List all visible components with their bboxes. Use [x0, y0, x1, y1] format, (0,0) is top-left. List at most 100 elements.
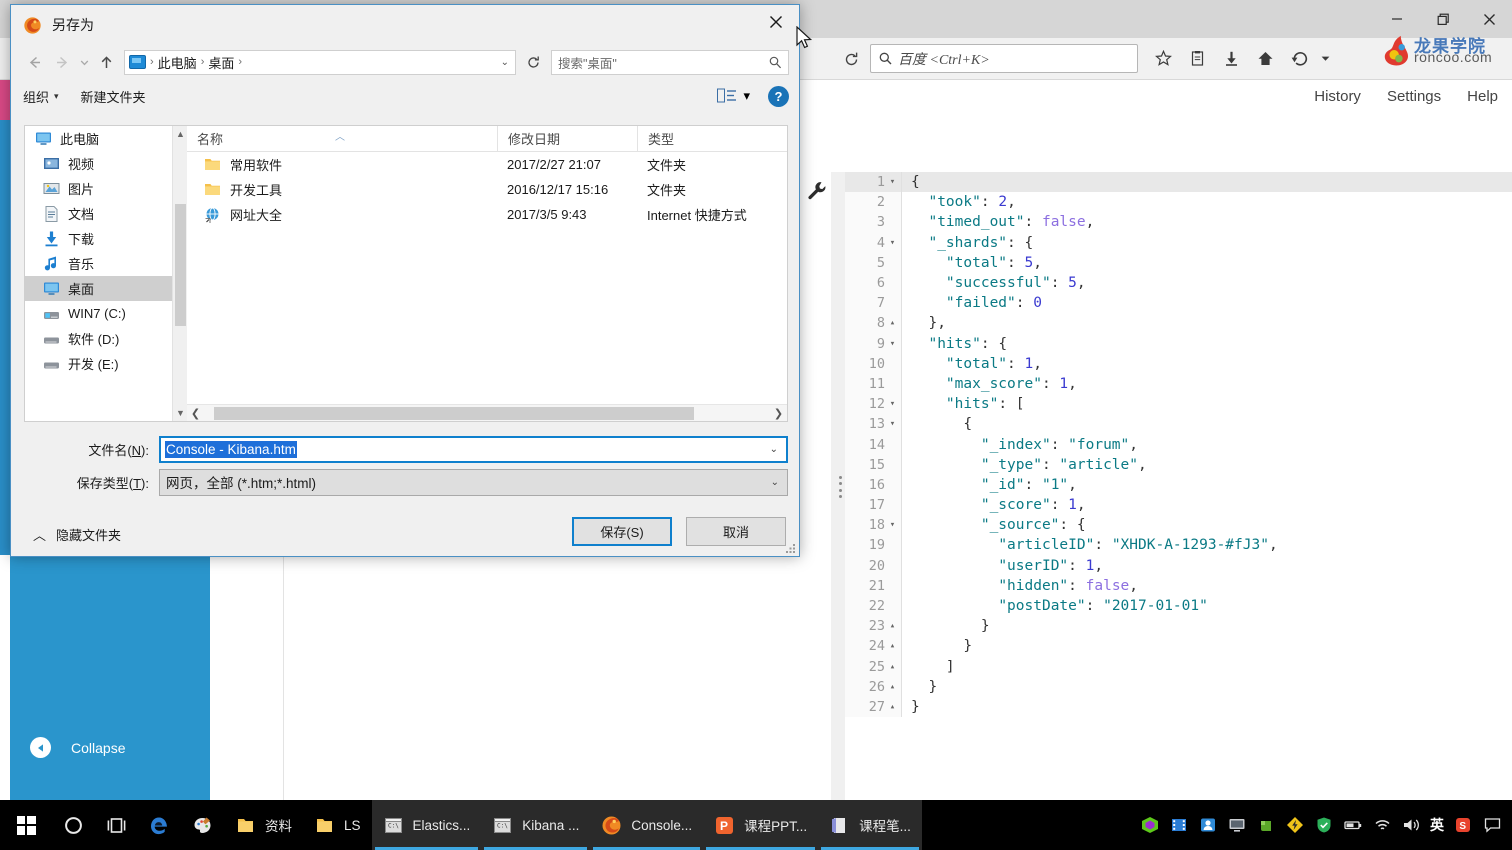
filename-input[interactable]: Console - Kibana.htm ⌄ — [159, 435, 788, 463]
address-breadcrumb-bar[interactable]: › 此电脑 › 桌面 › ⌄ — [124, 49, 516, 75]
monitor-icon[interactable] — [1227, 815, 1247, 835]
history-back-icon[interactable] — [1284, 44, 1314, 73]
code-line[interactable]: 27 ▴} — [845, 696, 1512, 718]
hscroll-thumb[interactable] — [214, 406, 694, 420]
taskbar-item-ppt[interactable]: P 课程PPT... — [703, 800, 819, 850]
tree-item-1[interactable]: 视频 — [25, 151, 187, 176]
evernote-icon[interactable] — [1256, 815, 1276, 835]
code-line[interactable]: 16 "_id": "1", — [845, 474, 1512, 495]
edge-button[interactable] — [138, 800, 181, 850]
save-as-dialog[interactable]: 另存为 › 此电脑 › 桌面 › ⌄ 搜索"桌面" 组织 ▾ 新建文件夹 ▾ ?… — [10, 4, 800, 557]
navigation-tree[interactable]: 此电脑 视频 图片 文档 下载 音乐 桌面 WIN7 (C:) 软件 (D:) 开发 (E:) ▲… — [25, 126, 187, 421]
file-row[interactable]: 开发工具 2016/12/17 15:16 文件夹 — [187, 177, 787, 202]
column-header-date[interactable]: 修改日期 — [497, 125, 637, 152]
code-line[interactable]: 22 "postDate": "2017-01-01" — [845, 595, 1512, 617]
taskbar-item-notes[interactable]: 课程笔... — [818, 800, 922, 850]
savetype-select[interactable]: 网页，全部 (*.htm;*.html) ⌄ — [159, 468, 788, 496]
code-line[interactable]: 9 ▾ "hits": { — [845, 333, 1512, 354]
code-line[interactable]: 25 ▴ ] — [845, 656, 1512, 677]
thunder-icon[interactable] — [1285, 815, 1305, 835]
tree-item-5[interactable]: 音乐 — [25, 251, 187, 276]
fold-toggle-icon[interactable]: ▴ — [888, 318, 897, 328]
hscroll-track[interactable] — [204, 406, 770, 420]
fold-toggle-icon[interactable]: ▾ — [888, 177, 897, 187]
code-line[interactable]: 1 ▾{ — [845, 172, 1512, 193]
nav-up-button[interactable] — [93, 49, 119, 75]
code-line[interactable]: 3 "timed_out": false, — [845, 212, 1512, 233]
dialog-close-button[interactable] — [753, 5, 799, 39]
fold-toggle-icon[interactable]: ▴ — [888, 702, 897, 712]
tree-scroll-up-icon[interactable]: ▲ — [173, 126, 187, 142]
code-line[interactable]: 15 "_type": "article", — [845, 454, 1512, 475]
fold-toggle-icon[interactable]: ▴ — [888, 641, 897, 651]
tree-scroll-down-icon[interactable]: ▼ — [173, 405, 187, 421]
shield-icon[interactable] — [1314, 815, 1334, 835]
nav-forward-button[interactable] — [49, 49, 75, 75]
paint-button[interactable] — [181, 800, 224, 850]
tree-scroll-thumb[interactable] — [175, 204, 186, 326]
tree-item-0[interactable]: 此电脑 — [25, 126, 187, 151]
file-list[interactable]: 名称 ︿ 修改日期 类型 常用软件 2017/2/27 21:07 文件夹 开发工具 2… — [187, 125, 787, 421]
overflow-caret-icon[interactable] — [1318, 44, 1332, 73]
taskbar-item-LS[interactable]: LS — [303, 800, 372, 850]
nav-back-button[interactable] — [21, 49, 47, 75]
code-line[interactable]: 24 ▴ } — [845, 636, 1512, 657]
cancel-button[interactable]: 取消 — [686, 517, 786, 546]
hide-folders-toggle[interactable]: ︿ 隐藏文件夹 — [33, 525, 121, 544]
cortana-search-button[interactable] — [52, 800, 95, 850]
fold-toggle-icon[interactable]: ▾ — [888, 399, 897, 409]
nav-recent-locations-button[interactable] — [77, 49, 91, 75]
code-line[interactable]: 26 ▴ } — [845, 676, 1512, 697]
save-button[interactable]: 保存(S) — [572, 517, 672, 546]
taskbar-item-kibana[interactable]: C:\ Kibana ... — [481, 800, 591, 850]
downloads-icon[interactable] — [1216, 44, 1246, 73]
volume-icon[interactable] — [1401, 815, 1421, 835]
fold-toggle-icon[interactable]: ▾ — [888, 419, 897, 429]
windows-taskbar[interactable]: 资料 LS C:\ Elastics... C:\ Kibana ... Con… — [0, 800, 1512, 850]
code-line[interactable]: 14 "_index": "forum", — [845, 434, 1512, 455]
task-view-button[interactable] — [95, 800, 138, 850]
code-line[interactable]: 4 ▾ "_shards": { — [845, 232, 1512, 253]
scroll-left-icon[interactable]: ❮ — [187, 407, 204, 420]
tree-item-2[interactable]: 图片 — [25, 176, 187, 201]
file-row[interactable]: 常用软件 2017/2/27 21:07 文件夹 — [187, 152, 787, 177]
tree-item-9[interactable]: 开发 (E:) — [25, 351, 187, 376]
code-line[interactable]: 19 "articleID": "XHDK-A-1293-#fJ3", — [845, 535, 1512, 556]
tree-item-4[interactable]: 下载 — [25, 226, 187, 251]
tree-item-7[interactable]: WIN7 (C:) — [25, 301, 187, 326]
fold-toggle-icon[interactable]: ▴ — [888, 662, 897, 672]
battery-icon[interactable] — [1343, 815, 1363, 835]
code-line[interactable]: 20 "userID": 1, — [845, 555, 1512, 576]
start-button[interactable] — [0, 800, 52, 850]
chevron-down-icon[interactable]: ⌄ — [770, 444, 778, 455]
library-icon[interactable] — [1182, 44, 1212, 73]
taskbar-item-console-kibana[interactable]: Console... — [590, 800, 704, 850]
help-icon[interactable]: ? — [768, 85, 789, 107]
ime-indicator[interactable]: 英 — [1430, 815, 1444, 835]
fold-toggle-icon[interactable]: ▾ — [888, 339, 897, 349]
code-line[interactable]: 23 ▴ } — [845, 616, 1512, 637]
wifi-icon[interactable] — [1372, 815, 1392, 835]
wrench-icon[interactable] — [806, 180, 828, 202]
code-line[interactable]: 10 "total": 1, — [845, 353, 1512, 374]
breadcrumb-this-pc[interactable]: 此电脑 — [158, 53, 197, 72]
chevron-down-icon[interactable]: ⌄ — [771, 477, 779, 488]
code-line[interactable]: 6 "successful": 5, — [845, 272, 1512, 294]
taskbar-item-elasticsearch[interactable]: C:\ Elastics... — [371, 800, 482, 850]
breadcrumb-desktop[interactable]: 桌面 — [208, 53, 234, 72]
refresh-button[interactable] — [521, 49, 545, 75]
code-line[interactable]: 21 "hidden": false, — [845, 575, 1512, 596]
film-icon[interactable] — [1169, 815, 1189, 835]
tree-item-8[interactable]: 软件 (D:) — [25, 326, 187, 351]
fold-toggle-icon[interactable]: ▾ — [888, 238, 897, 248]
contacts-icon[interactable] — [1198, 815, 1218, 835]
code-line[interactable]: 2 "took": 2, — [845, 192, 1512, 213]
column-header-type[interactable]: 类型 — [637, 125, 787, 152]
json-response-viewer[interactable]: 1 ▾{2 "took": 2,3 "timed_out": false, 4 ▾ "… — [845, 172, 1512, 800]
taskbar-item-资料[interactable]: 资料 — [224, 800, 303, 850]
code-line[interactable]: 18 ▾ "_source": { — [845, 515, 1512, 536]
new-folder-button[interactable]: 新建文件夹 — [81, 87, 146, 106]
fold-toggle-icon[interactable]: ▴ — [888, 621, 897, 631]
scroll-right-icon[interactable]: ❯ — [770, 407, 787, 420]
code-line[interactable]: 13 ▾ { — [845, 414, 1512, 435]
